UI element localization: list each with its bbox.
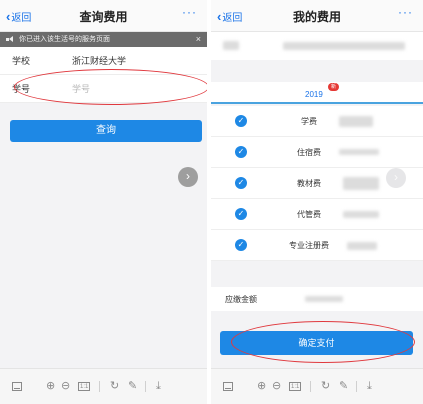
annotation-ellipse-student-id (14, 69, 207, 105)
query-fees-screen: ‹ 返回 查询费用 ··· 你已进入该生活号的服务页面 × 学校 浙江财经大学 … (0, 0, 207, 404)
student-info-card (211, 32, 423, 60)
page-title: 我的费用 (292, 10, 341, 24)
viewer-toolbar: ⊕ ⊖ 1:1 ↻ ✎ ⤓ (0, 368, 207, 404)
close-icon[interactable]: × (196, 32, 201, 47)
check-circle-icon[interactable]: ✓ (235, 146, 247, 158)
redacted-avatar (223, 41, 239, 50)
fee-item-name: 专业注册费 (289, 240, 329, 250)
download-icon[interactable]: ⤓ (367, 381, 372, 392)
year-tab-bar: 2019 新 (211, 82, 423, 104)
viewer-toolbar: ⊕ ⊖ 1:1 ↻ ✎ ⤓ (211, 368, 423, 404)
fee-item-name: 代管费 (297, 209, 321, 219)
redacted-amount (339, 116, 373, 127)
redacted-total (305, 296, 343, 302)
fee-item[interactable]: ✓ 代管费 (211, 199, 423, 230)
fee-item-name: 学费 (301, 116, 317, 126)
more-menu-button[interactable]: ··· (398, 5, 413, 19)
fee-item[interactable]: ✓ 专业注册费 (211, 230, 423, 261)
screen-icon[interactable] (223, 382, 233, 391)
zoom-out-icon[interactable]: ⊖ (61, 381, 70, 392)
new-badge: 新 (328, 83, 340, 91)
year-tab[interactable]: 2019 (305, 90, 323, 99)
toolbar-divider (99, 381, 100, 392)
zoom-in-icon[interactable]: ⊕ (257, 381, 266, 392)
page-title: 查询费用 (79, 10, 128, 24)
amount-due-row: 应缴金额 (211, 287, 423, 311)
toolbar-divider (356, 381, 357, 392)
pencil-icon[interactable]: ✎ (339, 381, 348, 392)
rotate-icon[interactable]: ↻ (321, 381, 330, 392)
more-menu-button[interactable]: ··· (182, 5, 197, 19)
rotate-icon[interactable]: ↻ (110, 381, 119, 392)
service-notice-banner: 你已进入该生活号的服务页面 × (0, 32, 207, 47)
fit-icon[interactable]: 1:1 (78, 382, 91, 391)
notice-text: 你已进入该生活号的服务页面 (19, 36, 110, 43)
check-circle-icon[interactable]: ✓ (235, 177, 247, 189)
check-circle-icon[interactable]: ✓ (235, 208, 247, 220)
annotation-ellipse-pay (231, 321, 415, 363)
fee-item[interactable]: ✓ 学费 (211, 106, 423, 137)
redacted-amount (343, 177, 379, 190)
speaker-icon (6, 36, 15, 43)
check-circle-icon[interactable]: ✓ (235, 115, 247, 127)
download-icon[interactable]: ⤓ (156, 381, 161, 392)
school-label: 学校 (12, 56, 31, 66)
fee-item-name: 住宿费 (297, 147, 321, 157)
redacted-amount (339, 149, 379, 155)
redacted-amount (347, 242, 377, 250)
toolbar-divider (145, 381, 146, 392)
nav-bar: ‹ 返回 查询费用 ··· (0, 0, 207, 32)
screen-icon[interactable] (12, 382, 22, 391)
amount-due-label: 应缴金额 (225, 294, 257, 304)
zoom-in-icon[interactable]: ⊕ (46, 381, 55, 392)
redacted-amount (343, 211, 379, 218)
fit-icon[interactable]: 1:1 (289, 382, 302, 391)
next-floating-button[interactable]: › (178, 167, 198, 187)
next-floating-button[interactable]: › (386, 168, 406, 188)
fee-item[interactable]: ✓ 住宿费 (211, 137, 423, 168)
query-button[interactable]: 查询 (10, 120, 202, 142)
nav-bar: ‹ 返回 我的费用 ··· (211, 0, 423, 32)
pencil-icon[interactable]: ✎ (128, 381, 137, 392)
check-circle-icon[interactable]: ✓ (235, 239, 247, 251)
toolbar-divider (310, 381, 311, 392)
my-fees-screen: ‹ 返回 我的费用 ··· 2019 新 ✓ 学费 ✓ 住宿费 ✓ 教材费 ✓ (211, 0, 423, 404)
zoom-out-icon[interactable]: ⊖ (272, 381, 281, 392)
fee-item-name: 教材费 (297, 178, 321, 188)
redacted-student-info (283, 42, 405, 50)
school-value[interactable]: 浙江财经大学 (72, 54, 126, 67)
